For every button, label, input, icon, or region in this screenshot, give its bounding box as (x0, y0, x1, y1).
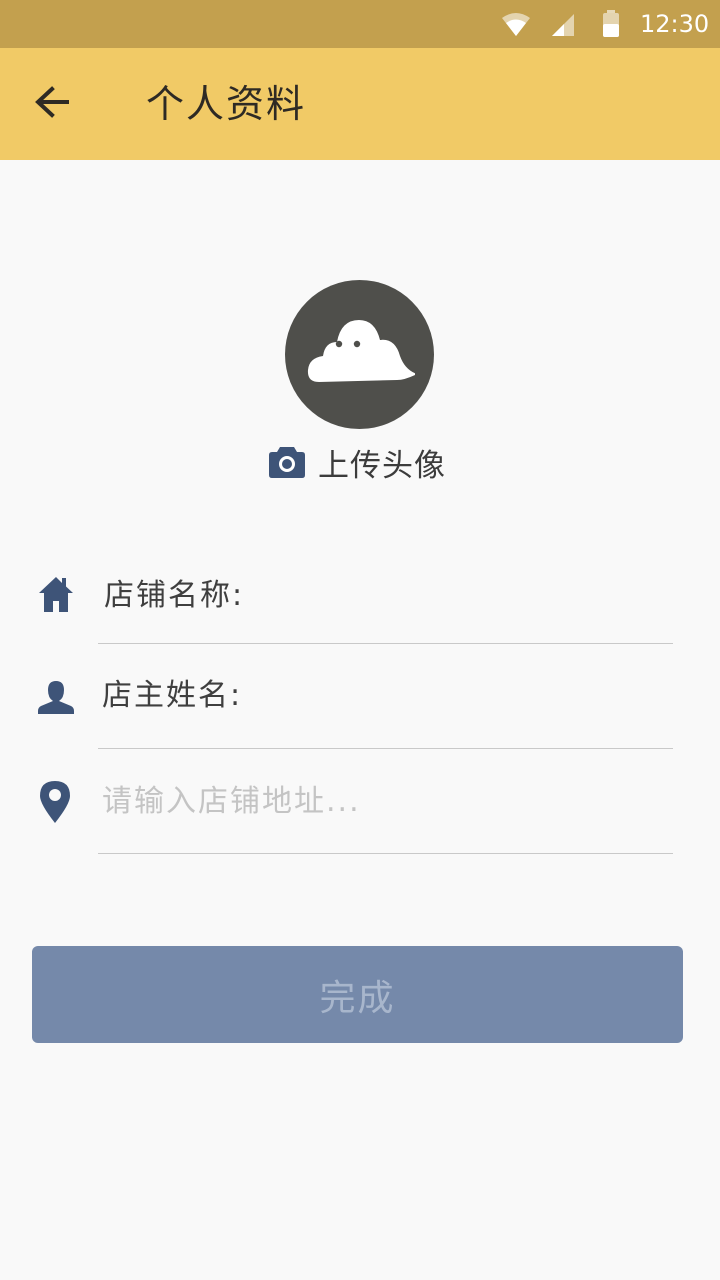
back-button[interactable] (24, 80, 80, 128)
avatar[interactable] (285, 280, 434, 429)
page-title: 个人资料 (146, 82, 307, 126)
owner-name-divider (98, 748, 673, 749)
status-bar: 12:30 (0, 0, 720, 48)
home-icon (36, 574, 76, 614)
shop-name-divider (98, 643, 673, 644)
cloud-avatar-icon (307, 320, 415, 382)
app-bar: 个人资料 (0, 48, 720, 160)
signal-icon (550, 12, 576, 38)
upload-avatar-label: 上传头像 (318, 447, 446, 484)
location-pin-icon (38, 780, 72, 824)
status-time: 12:30 (640, 10, 710, 38)
address-input[interactable]: 请输入店铺地址... (102, 782, 361, 822)
owner-name-label[interactable]: 店主姓名: (102, 676, 242, 716)
wifi-icon (500, 10, 532, 38)
upload-avatar-button[interactable]: 上传头像 (268, 440, 446, 484)
camera-icon (268, 445, 306, 479)
person-icon (36, 678, 76, 716)
battery-icon (602, 10, 620, 38)
shop-name-label[interactable]: 店铺名称: (104, 576, 244, 616)
done-button[interactable]: 完成 (32, 946, 683, 1043)
done-button-label: 完成 (319, 977, 396, 1019)
address-divider (98, 853, 673, 854)
arrow-left-icon (34, 85, 70, 123)
